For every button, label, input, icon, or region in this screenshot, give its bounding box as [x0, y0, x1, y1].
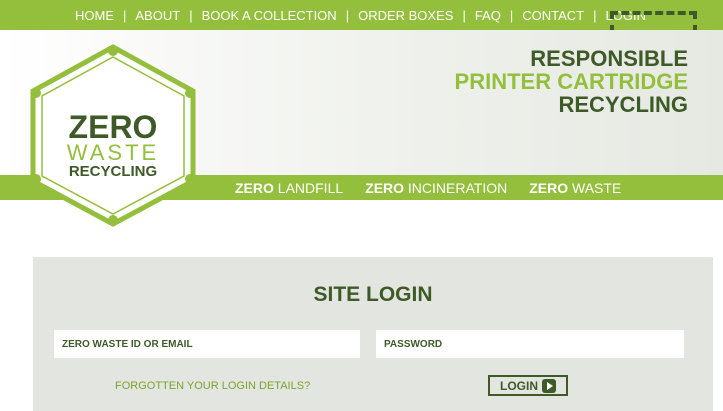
login-panel: SITE LOGIN ZERO WASTE ID OR EMAIL PASSWO…: [33, 257, 713, 411]
nav-separator: |: [189, 7, 193, 23]
zero-waste-logo[interactable]: ZERO WASTE RECYCLING: [27, 44, 199, 227]
tagline-line-1: RESPONSIBLE: [530, 46, 688, 71]
id-email-field[interactable]: ZERO WASTE ID OR EMAIL: [54, 330, 360, 358]
nav-home[interactable]: HOME: [75, 8, 114, 23]
nav-separator: |: [462, 7, 466, 23]
nav-book-collection[interactable]: BOOK A COLLECTION: [202, 8, 337, 23]
arrow-right-icon: [542, 378, 556, 393]
login-button[interactable]: LOGIN: [488, 375, 568, 396]
nav-order-boxes[interactable]: ORDER BOXES: [358, 8, 453, 23]
slogan-landfill: ZERO LANDFILL: [235, 179, 344, 196]
forgot-login-link[interactable]: FORGOTTEN YOUR LOGIN DETAILS?: [115, 380, 310, 392]
slogan-waste: ZERO WASTE: [529, 179, 622, 196]
password-field[interactable]: PASSWORD: [376, 330, 684, 358]
nav-separator: |: [345, 7, 350, 23]
tagline: RESPONSIBLE PRINTER CARTRIDGE RECYCLING: [455, 47, 688, 116]
nav-contact[interactable]: CONTACT: [522, 8, 584, 23]
nav-separator: |: [123, 7, 127, 23]
nav-list: HOME | ABOUT | BOOK A COLLECTION | ORDER…: [75, 0, 646, 30]
logo-waste: WASTE: [67, 140, 159, 165]
tagline-line-3: RECYCLING: [558, 92, 688, 117]
nav-separator: |: [509, 7, 514, 23]
login-button-label: LOGIN: [500, 378, 538, 393]
nav-faq[interactable]: FAQ: [475, 8, 501, 23]
tagline-line-2: PRINTER CARTRIDGE: [454, 69, 688, 94]
logo-recycling: RECYCLING: [69, 163, 157, 180]
slogan-incineration: ZERO INCINERATION: [365, 179, 508, 196]
page-title: SITE LOGIN: [313, 283, 433, 306]
nav-separator: |: [593, 7, 597, 23]
nav-about[interactable]: ABOUT: [135, 8, 180, 23]
slogan-list: ZERO LANDFILL ZERO INCINERATION ZERO WAS…: [235, 175, 643, 200]
